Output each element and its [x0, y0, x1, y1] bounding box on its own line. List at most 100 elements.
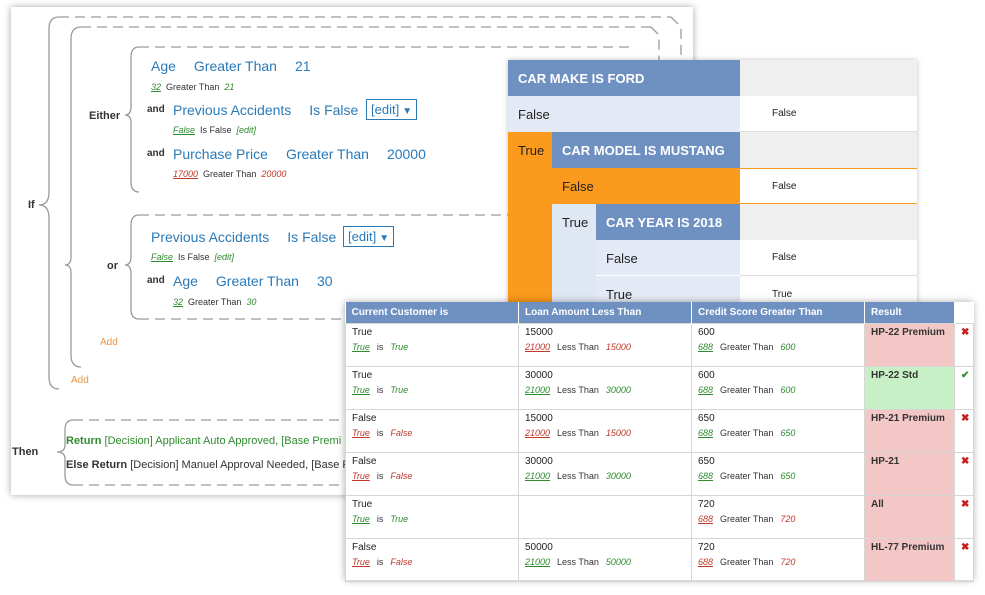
condition-cell[interactable]: 30000 21000 Less Than 30000 — [518, 365, 692, 410]
table-row[interactable]: False True is False 50000 21000 Less Than 50000… — [345, 537, 974, 582]
condition-age[interactable]: Age Greater Than 21 — [151, 58, 329, 74]
condition-previous-accidents[interactable]: Previous Accidents Is False — [151, 229, 354, 245]
table-row[interactable]: True True is True 720 688 Greater Than 720 All ✖ — [345, 494, 974, 539]
cell-value: False — [352, 455, 377, 467]
condition-cell[interactable]: False True is False — [345, 408, 519, 453]
cell-test-result: 688 Greater Than 650 — [698, 471, 858, 481]
cell-test-result: 688 Greater Than 600 — [698, 385, 858, 395]
else-return-label: Else Return — [66, 459, 128, 471]
condition-cell[interactable]: 15000 21000 Less Than 15000 — [518, 408, 692, 453]
cell-value: True — [352, 326, 373, 338]
result-cell[interactable]: HP-22 Premium — [864, 322, 955, 367]
test-operator: Greater Than — [203, 169, 257, 179]
test-target: False — [390, 556, 413, 567]
tree-false-label: False — [552, 168, 740, 204]
else-return-statement[interactable]: Else Return [Decision] Manuel Approval N… — [66, 459, 350, 471]
table-row[interactable]: True True is True 30000 21000 Less Than 30000 60… — [345, 365, 974, 410]
test-target: [edit] — [214, 252, 235, 262]
condition-cell[interactable]: True True is True — [345, 365, 519, 410]
condition-value[interactable]: 30 — [317, 273, 333, 289]
condition-cell[interactable]: 720 688 Greater Than 720 — [691, 494, 865, 539]
condition-cell[interactable]: 650 688 Greater Than 650 — [691, 451, 865, 496]
test-value: True — [352, 556, 370, 567]
condition-field[interactable]: Previous Accidents — [173, 102, 291, 118]
test-value: False — [173, 125, 196, 135]
result-cell[interactable]: HP-22 Std — [864, 365, 955, 410]
condition-cell[interactable]: 600 688 Greater Than 600 — [691, 322, 865, 367]
table-row[interactable]: True True is True 15000 21000 Less Than 15000 60… — [345, 322, 974, 367]
result-cell[interactable]: HL-77 Premium — [864, 537, 955, 582]
table-row[interactable]: False True is False 30000 21000 Less Than 30000… — [345, 451, 974, 496]
tree-header-filler — [740, 204, 917, 240]
test-operator: Less Than — [557, 427, 599, 438]
table-row[interactable]: False True is False 15000 21000 Less Than 15000… — [345, 408, 974, 453]
condition-purchase-price[interactable]: Purchase Price Greater Than 20000 — [173, 146, 444, 162]
tree-node-header[interactable]: CAR MAKE IS FORD — [508, 60, 740, 96]
column-header[interactable]: Loan Amount Less Than — [518, 302, 692, 323]
cell-test-result: 688 Greater Than 720 — [698, 514, 858, 524]
condition-cell[interactable]: 50000 21000 Less Than 50000 — [518, 537, 692, 582]
test-target: True — [390, 513, 409, 524]
check-icon: ✔ — [954, 365, 974, 410]
condition-age[interactable]: Age Greater Than 30 — [173, 273, 351, 289]
test-target: 21 — [224, 82, 235, 92]
tree-node-header[interactable]: CAR MODEL IS MUSTANG — [552, 132, 740, 168]
condition-cell[interactable]: 600 688 Greater Than 600 — [691, 365, 865, 410]
condition-operator[interactable]: Is False — [309, 102, 358, 118]
condition-cell[interactable]: 650 688 Greater Than 650 — [691, 408, 865, 453]
condition-value[interactable]: 20000 — [387, 146, 426, 162]
condition-field[interactable]: Previous Accidents — [151, 229, 269, 245]
condition-cell[interactable] — [518, 494, 692, 539]
add-group-link[interactable]: Add — [71, 375, 89, 386]
column-header[interactable]: Current Customer is — [345, 302, 519, 323]
condition-field[interactable]: Age — [173, 273, 198, 289]
condition-operator[interactable]: Greater Than — [194, 58, 277, 74]
cell-test-result: True is True — [352, 385, 512, 395]
condition-field[interactable]: Purchase Price — [173, 146, 268, 162]
return-value[interactable]: [Decision] Applicant Auto Approved, [Bas… — [105, 435, 342, 447]
else-return-value[interactable]: [Decision] Manuel Approval Needed, [Base… — [130, 459, 350, 471]
test-value: True — [352, 341, 370, 352]
condition-operator[interactable]: Is False — [287, 229, 336, 245]
tree-false-value[interactable]: False — [740, 96, 917, 132]
test-operator: Greater Than — [720, 470, 774, 481]
result-cell[interactable]: All — [864, 494, 955, 539]
result-cell[interactable]: HP-21 — [864, 451, 955, 496]
condition-cell[interactable]: False True is False — [345, 537, 519, 582]
then-label: Then — [12, 446, 39, 458]
test-operator: Less Than — [557, 556, 599, 567]
condition-cell[interactable]: 30000 21000 Less Than 30000 — [518, 451, 692, 496]
tree-header-filler — [740, 60, 917, 96]
cell-value: 50000 — [525, 541, 553, 553]
condition-cell[interactable]: 720 688 Greater Than 720 — [691, 537, 865, 582]
edit-dropdown-button[interactable]: [edit] ▼ — [343, 226, 395, 247]
condition-previous-accidents[interactable]: Previous Accidents Is False — [173, 102, 376, 118]
condition-value[interactable]: 21 — [295, 58, 311, 74]
condition-cell[interactable]: True True is True — [345, 494, 519, 539]
condition-cell[interactable]: False True is False — [345, 451, 519, 496]
return-statement[interactable]: Return [Decision] Applicant Auto Approve… — [66, 435, 341, 447]
condition-cell[interactable]: 15000 21000 Less Than 15000 — [518, 322, 692, 367]
column-header[interactable]: Credit Score Greater Than — [691, 302, 865, 323]
tree-node-header[interactable]: CAR YEAR IS 2018 — [596, 204, 740, 240]
condition-cell[interactable]: True True is True — [345, 322, 519, 367]
condition-test-result: False Is False [edit] — [151, 252, 234, 262]
test-value: 32 — [151, 82, 162, 92]
decision-tree-panel: CAR MAKE IS FORD False False True CAR MO… — [508, 60, 917, 310]
column-header[interactable]: Result — [864, 302, 955, 323]
condition-test-result: 17000 Greater Than 20000 — [173, 169, 286, 179]
edit-dropdown-button[interactable]: [edit] ▼ — [366, 99, 418, 120]
condition-operator[interactable]: Greater Than — [216, 273, 299, 289]
test-target: 30 — [246, 297, 257, 307]
condition-operator[interactable]: Greater Than — [286, 146, 369, 162]
test-operator: is — [376, 470, 384, 481]
tree-false-value[interactable]: False — [740, 168, 917, 204]
test-target: 20000 — [261, 169, 287, 179]
cell-test-result: True is True — [352, 514, 512, 524]
and-connector: and — [147, 275, 165, 286]
add-condition-link[interactable]: Add — [100, 337, 118, 348]
condition-field[interactable]: Age — [151, 58, 176, 74]
either-label: Either — [89, 110, 121, 122]
tree-false-value[interactable]: False — [740, 240, 917, 276]
result-cell[interactable]: HP-21 Premium — [864, 408, 955, 453]
